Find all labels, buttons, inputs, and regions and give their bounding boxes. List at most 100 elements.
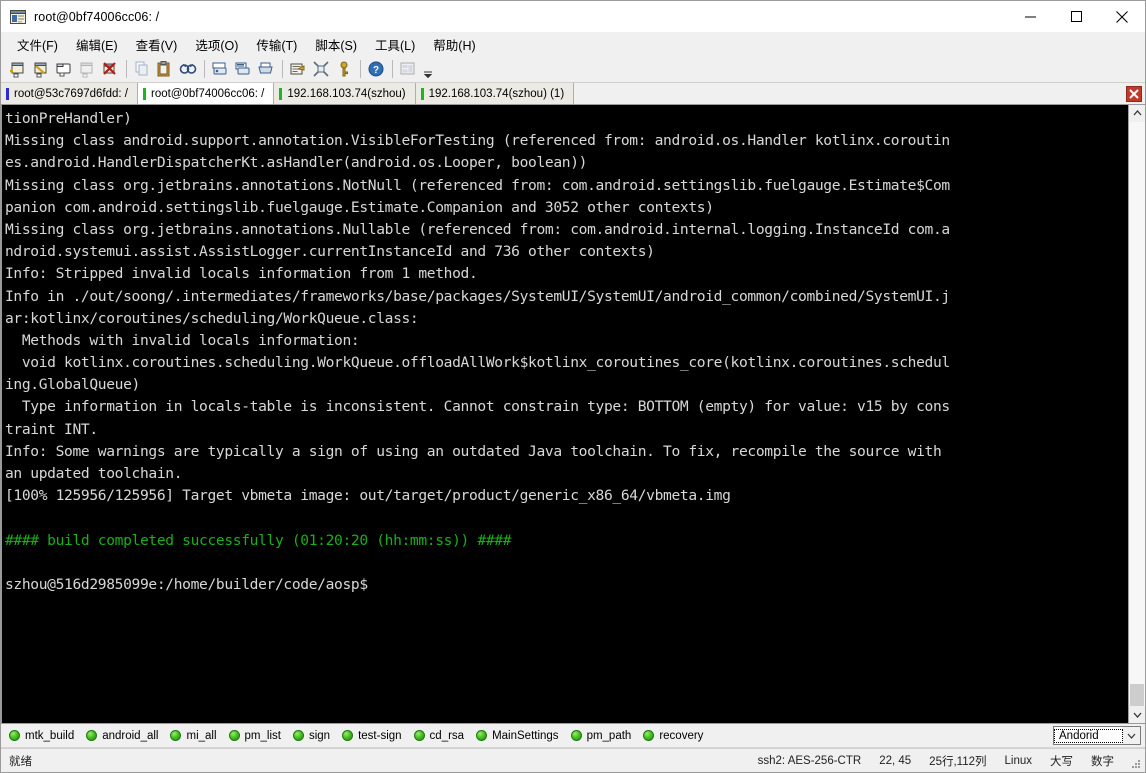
toolbar-overflow-button[interactable] (422, 58, 434, 80)
resize-grip-icon[interactable] (1125, 753, 1141, 769)
tab-label: root@0bf74006cc06: / (150, 87, 265, 100)
terminal-line: Info: Some warnings are typically a sign… (5, 442, 942, 460)
menu-transfer[interactable]: 传输(T) (248, 32, 305, 57)
button-pm-list[interactable]: pm_list (225, 726, 289, 746)
menu-file[interactable]: 文件(F) (9, 32, 66, 57)
terminal-output[interactable]: tionPreHandler) Missing class android.sup… (2, 105, 1128, 723)
status-dot-icon (170, 730, 182, 741)
scrollbar-track[interactable] (1129, 122, 1145, 706)
menu-tools[interactable]: 工具(L) (367, 32, 423, 57)
button-set-select[interactable]: Andorid (1053, 726, 1141, 745)
terminal-line: #### build completed successfully (01:20… (5, 531, 512, 549)
status-dot-icon (643, 730, 655, 741)
button-recovery[interactable]: recovery (639, 726, 711, 746)
terminal-line: ndroid.systemui.assist.AssistLogger.curr… (5, 243, 655, 261)
arrange-icon[interactable] (397, 58, 419, 80)
button-label: MainSettings (492, 729, 559, 742)
terminal-scrollbar[interactable] (1128, 105, 1145, 723)
status-ready-label: 就绪 (9, 755, 32, 768)
menu-file-label: 文件(F) (17, 38, 58, 53)
menu-tools-label: 工具(L) (375, 38, 416, 53)
status-cell: 22, 45 (879, 754, 912, 767)
status-dot-icon (342, 730, 354, 741)
window-title: root@0bf74006cc06: / (34, 9, 160, 24)
close-tab-icon[interactable] (1126, 85, 1142, 102)
tab-status-marker (142, 87, 146, 100)
menu-help[interactable]: 帮助(H) (425, 32, 483, 57)
menu-script[interactable]: 脚本(S) (307, 32, 365, 57)
toolbar-separator-4 (360, 60, 361, 78)
button-mi-all[interactable]: mi_all (166, 726, 224, 746)
terminal-line: szhou@516d2985099e:/home/builder/code/ao… (5, 575, 368, 593)
terminal-line: Methods with invalid locals information: (5, 331, 360, 349)
disconnect-icon[interactable] (99, 58, 121, 80)
status-dot-icon (476, 730, 488, 741)
toolbar-separator-2 (204, 60, 205, 78)
terminal-line: tionPreHandler) (5, 110, 132, 127)
key-icon[interactable] (333, 58, 355, 80)
menu-edit[interactable]: 编辑(E) (68, 32, 126, 57)
button-sign[interactable]: sign (289, 726, 338, 746)
reconnect-icon[interactable] (76, 58, 98, 80)
terminal-line: void kotlinx.coroutines.scheduling.WorkQ… (5, 354, 950, 372)
toolbar-separator-5 (392, 60, 393, 78)
maximize-button[interactable] (1053, 1, 1099, 32)
terminal-area: tionPreHandler) Missing class android.sup… (1, 105, 1145, 723)
paste-icon[interactable] (154, 58, 176, 80)
button-pm-path[interactable]: pm_path (567, 726, 640, 746)
minimize-button[interactable] (1007, 1, 1053, 32)
button-mainsettings[interactable]: MainSettings (472, 726, 566, 746)
status-dot-icon (413, 730, 425, 741)
tab-label: 192.168.103.74(szhou) (287, 87, 406, 100)
scroll-down-icon[interactable] (1129, 706, 1145, 723)
button-set-value: Andorid (1054, 728, 1123, 743)
tab-root-0bf74006cc06[interactable]: root@0bf74006cc06: / (137, 83, 275, 104)
status-bar: 就绪 ssh2: AES-256-CTR 22, 45 25行,112列 Linux 大… (1, 748, 1145, 772)
status-cell: Linux (1004, 754, 1033, 767)
tab-status-marker (279, 87, 283, 100)
terminal-line: traint INT. (5, 420, 98, 438)
button-mtk-build[interactable]: mtk_build (5, 726, 82, 746)
session-button-bar: mtk_build android_all mi_all pm_list sign tes… (1, 723, 1145, 748)
menu-options[interactable]: 选项(O) (187, 32, 246, 57)
tab-root-53c7697d6fdd[interactable]: root@53c7697d6fdd: / (1, 83, 138, 104)
menu-view-label: 查看(V) (135, 38, 178, 53)
close-button[interactable] (1099, 1, 1145, 32)
terminal-line: ar:kotlinx/coroutines/scheduling/WorkQue… (5, 309, 419, 327)
button-label: cd_rsa (429, 729, 465, 742)
button-android-all[interactable]: android_all (82, 726, 166, 746)
menu-view[interactable]: 查看(V) (128, 32, 186, 57)
new-tab-icon[interactable] (53, 58, 75, 80)
log-session-icon[interactable] (232, 58, 254, 80)
scroll-up-icon[interactable] (1129, 105, 1145, 122)
chevron-down-icon[interactable] (1123, 727, 1140, 744)
tool-bar: ? (1, 56, 1145, 83)
title-bar: root@0bf74006cc06: / (1, 1, 1145, 32)
status-dot-icon (292, 730, 304, 741)
menu-script-label: 脚本(S) (315, 38, 358, 53)
tab-192-168-103-74-szhou[interactable]: 192.168.103.74(szhou) (274, 83, 416, 104)
scrollbar-thumb[interactable] (1130, 684, 1144, 706)
tab-192-168-103-74-szhou-1[interactable]: 192.168.103.74(szhou) (1) (415, 83, 575, 104)
button-cd-rsa[interactable]: cd_rsa (410, 726, 473, 746)
terminal-line: panion com.android.settingslib.fuelgauge… (5, 198, 714, 216)
print-screen-icon[interactable] (209, 58, 231, 80)
toolbar-separator-1 (126, 60, 127, 78)
find-icon[interactable] (177, 58, 199, 80)
new-session-icon[interactable] (7, 58, 29, 80)
connect-sftp-icon[interactable] (30, 58, 52, 80)
print-icon[interactable] (255, 58, 277, 80)
terminal-line: an updated toolchain. (5, 465, 183, 482)
help-icon[interactable]: ? (365, 58, 387, 80)
settings-icon[interactable] (310, 58, 332, 80)
terminal-line: Missing class org.jetbrains.annotations.… (5, 176, 950, 194)
copy-icon[interactable] (131, 58, 153, 80)
terminal-app-icon (10, 9, 26, 25)
toolbar-separator-3 (282, 60, 283, 78)
button-label: pm_list (244, 729, 281, 742)
button-test-sign[interactable]: test-sign (338, 726, 409, 746)
menu-options-label: 选项(O) (195, 38, 239, 53)
session-options-icon[interactable] (287, 58, 309, 80)
